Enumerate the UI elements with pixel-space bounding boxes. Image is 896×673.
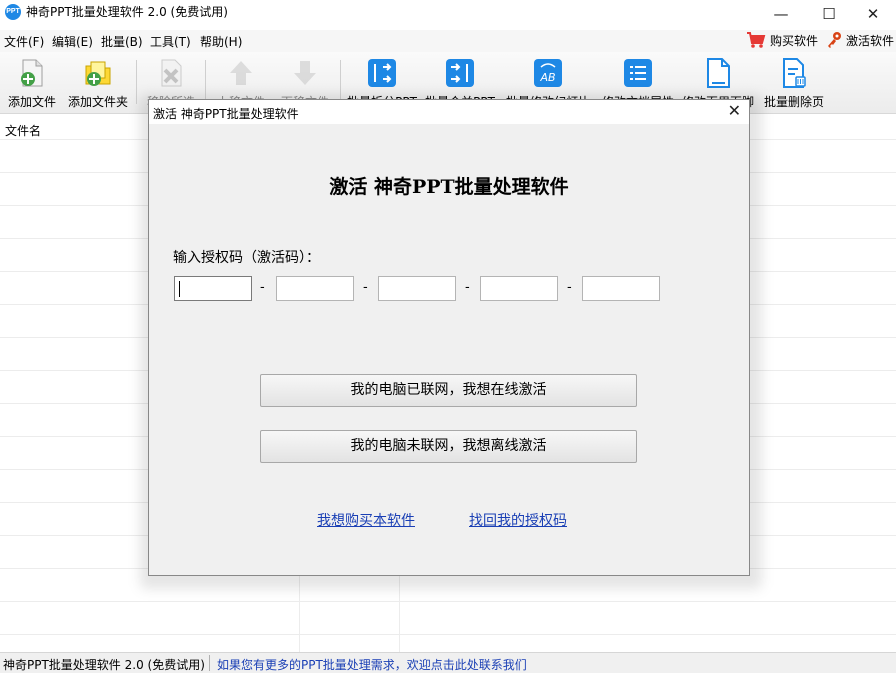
menu-file[interactable]: 文件(F): [4, 33, 44, 50]
activation-code-field-4[interactable]: [480, 276, 558, 301]
remove-file-icon: [161, 59, 182, 87]
toolbar-separator: [136, 60, 137, 104]
shopping-cart-icon: [747, 32, 766, 48]
close-window-button[interactable]: ✕: [850, 0, 896, 30]
activation-code-field-1[interactable]: [174, 276, 252, 301]
key-icon: [828, 32, 841, 48]
add-file-icon: [21, 59, 43, 87]
add-file-button[interactable]: 添加文件: [2, 52, 62, 112]
window-titlebar: PPT 神奇PPT批量处理软件 2.0 (免费试用) — ☐ ✕: [0, 0, 896, 30]
status-divider: [209, 655, 210, 671]
svg-text:AB: AB: [539, 71, 555, 84]
activate-software-button[interactable]: 激活软件: [826, 31, 894, 49]
split-icon: [368, 59, 396, 87]
dialog-close-button[interactable]: ✕: [728, 101, 741, 120]
arrow-down-icon: [294, 61, 316, 85]
code-dash: -: [260, 280, 265, 295]
file-name-column-header[interactable]: 文件名: [5, 122, 41, 139]
menu-bar: 文件(F) 编辑(E) 批量(B) 工具(T) 帮助(H) 购买软件 激活软件: [0, 30, 896, 52]
activation-code-field-2[interactable]: [276, 276, 354, 301]
dialog-titlebar: 激活 神奇PPT批量处理软件 ✕: [149, 100, 749, 124]
offline-activate-button[interactable]: 我的电脑未联网，我想离线激活: [260, 430, 637, 463]
menu-help[interactable]: 帮助(H): [200, 33, 242, 50]
window-title: 神奇PPT批量处理软件 2.0 (免费试用): [26, 5, 228, 19]
online-activate-button[interactable]: 我的电脑已联网，我想在线激活: [260, 374, 637, 407]
buy-software-label: 购买软件: [770, 33, 819, 48]
batch-delete-pages-label: 批量删除页: [763, 95, 824, 109]
dialog-heading: 激活 神奇PPT批量处理软件: [329, 176, 569, 198]
maximize-button[interactable]: ☐: [806, 0, 852, 30]
recover-code-link[interactable]: 找回我的授权码: [469, 510, 567, 530]
activation-code-label: 输入授权码（激活码）：: [173, 250, 320, 266]
text-caret: [179, 281, 180, 297]
buy-software-button[interactable]: 购买软件: [746, 31, 818, 49]
menu-batch[interactable]: 批量(B): [101, 33, 143, 50]
contact-us-link[interactable]: 如果您有更多的PPT批量处理需求，欢迎点击此处联系我们: [217, 656, 527, 673]
list-icon: [624, 59, 652, 87]
arrow-up-icon: [230, 61, 252, 85]
document-icon: [707, 58, 730, 88]
add-folder-label: 添加文件夹: [67, 95, 128, 109]
text-ab-icon: AB: [534, 59, 562, 87]
batch-delete-pages-button[interactable]: 批量删除页: [760, 52, 828, 112]
code-dash: -: [465, 280, 470, 295]
add-folder-button[interactable]: 添加文件夹: [64, 52, 132, 112]
app-logo-icon: PPT: [5, 4, 21, 20]
status-bar: 神奇PPT批量处理软件 2.0 (免费试用) 如果您有更多的PPT批量处理需求，…: [0, 652, 896, 673]
activation-code-field-3[interactable]: [378, 276, 456, 301]
activation-code-field-5[interactable]: [582, 276, 660, 301]
dialog-title: 激活 神奇PPT批量处理软件: [153, 107, 299, 121]
delete-page-icon: [783, 58, 806, 88]
list-row-divider: [0, 601, 896, 602]
add-folder-icon: [85, 61, 111, 86]
buy-software-link[interactable]: 我想购买本软件: [317, 510, 415, 530]
menu-edit[interactable]: 编辑(E): [52, 33, 93, 50]
code-dash: -: [363, 280, 368, 295]
merge-icon: [446, 59, 474, 87]
menu-tools[interactable]: 工具(T): [150, 33, 191, 50]
code-dash: -: [567, 280, 572, 295]
minimize-button[interactable]: —: [758, 0, 804, 30]
status-app-name: 神奇PPT批量处理软件 2.0 (免费试用): [3, 658, 205, 672]
activation-dialog: 激活 神奇PPT批量处理软件 ✕ 激活 神奇PPT批量处理软件 输入授权码（激活…: [148, 99, 750, 576]
add-file-label: 添加文件: [7, 95, 56, 109]
activate-software-label: 激活软件: [846, 33, 895, 48]
list-row-divider: [0, 634, 896, 635]
